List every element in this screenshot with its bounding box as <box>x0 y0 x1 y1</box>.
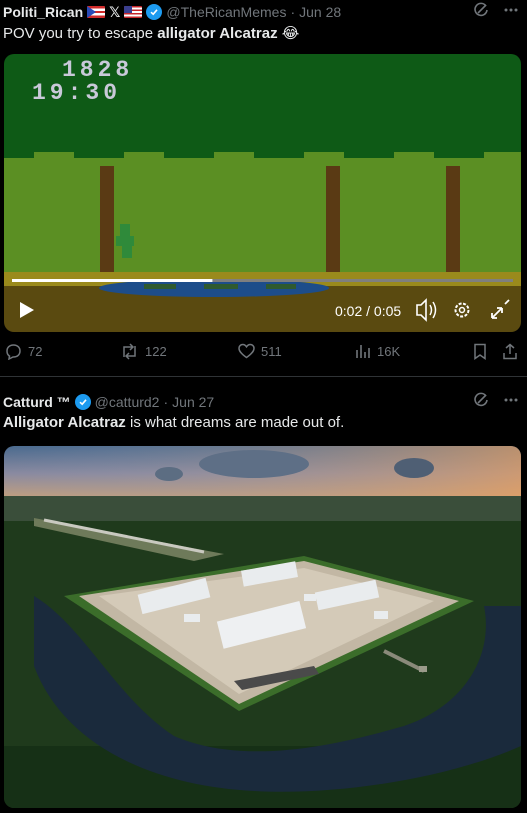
share-icon <box>503 343 517 360</box>
reply-icon <box>6 344 21 360</box>
game-clock: 19:30 <box>32 80 121 106</box>
views-count: 16K <box>377 343 401 359</box>
views-button[interactable]: 16K <box>355 343 400 359</box>
tweet-date[interactable]: Jun 28 <box>299 4 341 20</box>
tweet-actions: 72 122 511 16K <box>0 343 527 367</box>
tweet-text: Alligator Alcatraz is what dreams are ma… <box>3 414 344 431</box>
tweet-header-actions <box>473 2 519 23</box>
more-icon[interactable] <box>503 2 519 23</box>
repost-count: 122 <box>145 344 167 359</box>
x-mark: 𝕏 <box>109 3 121 20</box>
grok-icon[interactable] <box>473 2 489 23</box>
share-button[interactable] <box>502 343 518 360</box>
tweet-text-start: POV you try to escape <box>3 25 158 42</box>
us-flag-icon <box>124 6 143 18</box>
tweet-photo[interactable] <box>4 446 521 808</box>
puerto-rico-flag-icon <box>87 6 106 18</box>
tweet-header: Catturd ™ @catturd2 · Jun 27 <box>3 392 214 412</box>
tweet-text-bold: alligator Alcatraz <box>157 25 278 42</box>
video-progress-fill <box>12 279 213 282</box>
bookmark-button[interactable] <box>473 343 487 360</box>
separator: · <box>163 394 169 410</box>
reply-count: 72 <box>28 344 43 359</box>
tweet[interactable]: Catturd ™ @catturd2 · Jun 27 Alligator A… <box>0 390 527 813</box>
verified-icon <box>146 4 163 20</box>
tweet-text-rest: is what dreams are made out of. <box>125 414 345 431</box>
tweet-text-bold: Alligator Alcatraz <box>3 414 126 431</box>
repost-icon <box>123 343 136 360</box>
tweet-date[interactable]: Jun 27 <box>172 394 214 410</box>
video-time: 0:02 / 0:05 <box>335 303 401 319</box>
aerial-photo <box>4 446 521 808</box>
like-icon <box>238 343 255 359</box>
author-name[interactable]: Catturd ™ <box>3 394 71 410</box>
grok-icon[interactable] <box>473 392 489 413</box>
tweet-header: Politi_Rican 𝕏 @TheRicanMemes · Jun 28 <box>3 2 341 22</box>
verified-icon <box>74 394 91 410</box>
separator: · <box>290 4 296 20</box>
author-handle[interactable]: @TheRicanMemes <box>166 4 286 20</box>
tweet[interactable]: Politi_Rican 𝕏 @TheRicanMemes · Jun 28 P… <box>0 0 527 377</box>
reply-button[interactable]: 72 <box>5 343 42 360</box>
laughing-emoji: 😂 <box>281 25 300 42</box>
repost-button[interactable]: 122 <box>120 343 167 360</box>
like-button[interactable]: 511 <box>238 343 282 359</box>
like-count: 511 <box>261 343 282 359</box>
views-icon <box>356 345 370 358</box>
author-name[interactable]: Politi_Rican <box>3 4 83 20</box>
more-icon[interactable] <box>503 392 519 413</box>
tweet-header-actions <box>473 392 519 413</box>
video-player[interactable]: 1828 19:30 0:02 / 0:05 <box>4 54 521 332</box>
tweet-text: POV you try to escape alligator Alcatraz… <box>3 24 299 42</box>
bookmark-icon <box>474 343 486 360</box>
author-handle[interactable]: @catturd2 <box>95 394 160 410</box>
video-frame: 1828 19:30 0:02 / 0:05 <box>4 54 521 332</box>
